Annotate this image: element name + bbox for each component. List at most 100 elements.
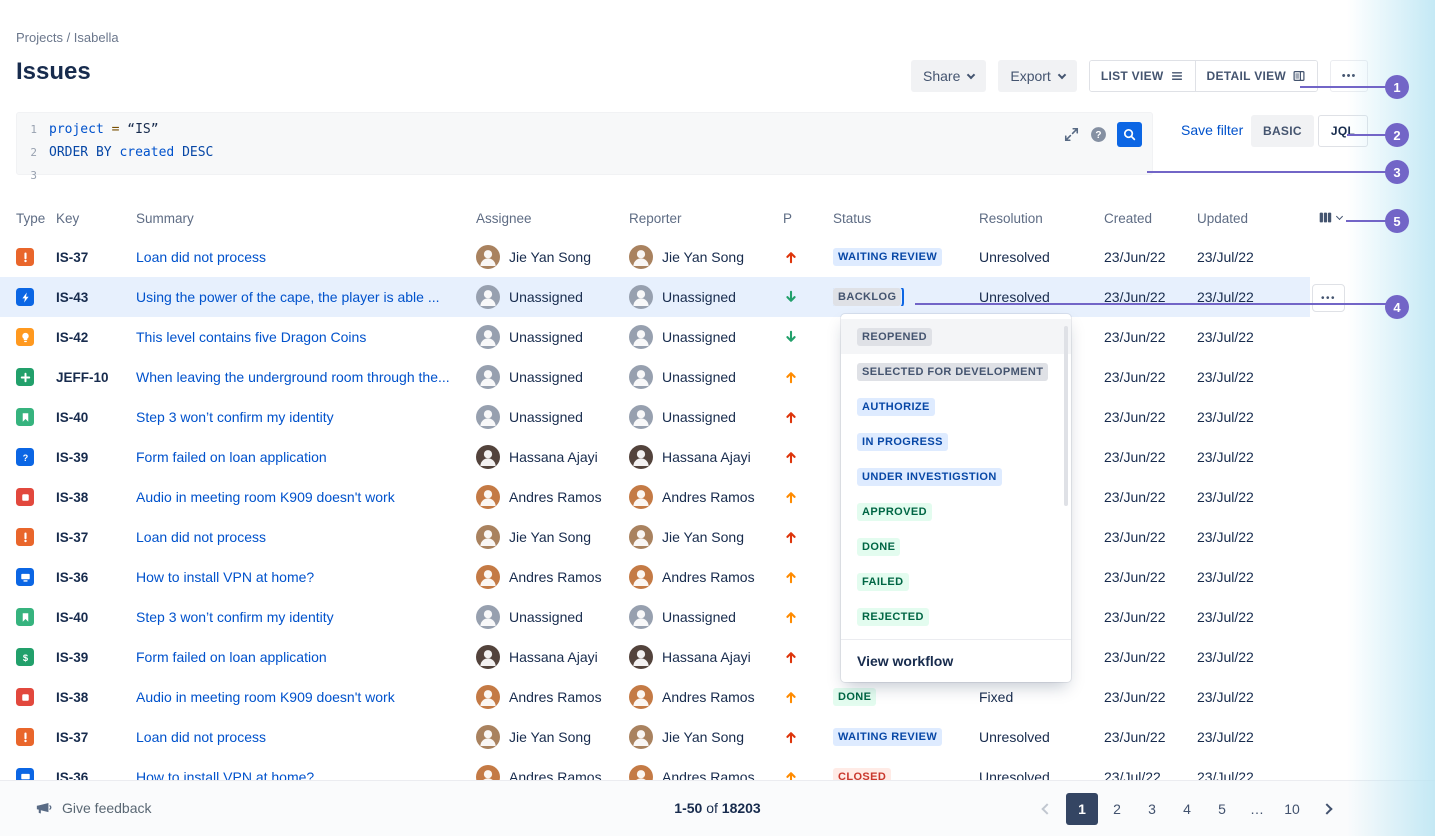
page-button-3[interactable]: 3 bbox=[1136, 793, 1168, 825]
table-row[interactable]: IS-42 This level contains five Dragon Co… bbox=[0, 317, 1310, 357]
save-filter-link[interactable]: Save filter bbox=[1181, 122, 1243, 138]
issue-summary-link[interactable]: Step 3 won’t confirm my identity bbox=[136, 609, 462, 625]
reporter-name: Andres Ramos bbox=[662, 689, 755, 705]
next-page-button[interactable] bbox=[1311, 793, 1343, 825]
status-option[interactable]: REOPENED bbox=[841, 319, 1071, 354]
issue-summary-link[interactable]: This level contains five Dragon Coins bbox=[136, 329, 462, 345]
status-option[interactable]: UNDER INVESTIGSTION bbox=[841, 459, 1071, 494]
issue-summary-link[interactable]: Form failed on loan application bbox=[136, 449, 462, 465]
status-option[interactable]: AUTHORIZE bbox=[841, 389, 1071, 424]
column-header-created[interactable]: Created bbox=[1104, 211, 1197, 226]
prev-page-button[interactable] bbox=[1031, 793, 1063, 825]
status-option[interactable]: REJECTED bbox=[841, 599, 1071, 634]
svg-text:$: $ bbox=[22, 652, 28, 662]
reporter-avatar bbox=[629, 725, 653, 749]
table-row[interactable]: IS-40 Step 3 won’t confirm my identity U… bbox=[0, 597, 1310, 637]
table-row[interactable]: $ IS-39 Form failed on loan application … bbox=[0, 637, 1310, 677]
jql-editor[interactable]: 1project = “IS”2ORDER BY created DESC3 ? bbox=[16, 112, 1153, 175]
page-button-5[interactable]: 5 bbox=[1206, 793, 1238, 825]
table-row[interactable]: IS-38 Audio in meeting room K909 doesn't… bbox=[0, 677, 1310, 717]
range-start: 1-50 bbox=[674, 800, 702, 816]
assignee-name: Andres Ramos bbox=[509, 569, 602, 585]
priority-up-icon bbox=[783, 689, 799, 705]
run-search-button[interactable] bbox=[1117, 122, 1142, 147]
reporter-name: Hassana Ajayi bbox=[662, 449, 751, 465]
issue-summary-link[interactable]: Loan did not process bbox=[136, 729, 462, 745]
issue-summary-link[interactable]: When leaving the underground room throug… bbox=[136, 369, 462, 385]
status-badge[interactable]: WAITING REVIEW bbox=[833, 248, 942, 266]
column-header-reporter[interactable]: Reporter bbox=[629, 211, 783, 226]
status-option[interactable]: APPROVED bbox=[841, 494, 1071, 529]
status-badge[interactable]: BACKLOG bbox=[833, 288, 901, 306]
updated-date: 23/Jul/22 bbox=[1197, 649, 1294, 665]
incident-type-icon bbox=[16, 728, 34, 746]
status-option[interactable]: SELECTED FOR DEVELOPMENT bbox=[841, 354, 1071, 389]
page-button-4[interactable]: 4 bbox=[1171, 793, 1203, 825]
column-header-type[interactable]: Type bbox=[0, 211, 56, 226]
expand-editor-icon[interactable] bbox=[1063, 126, 1080, 143]
stop-type-icon bbox=[16, 488, 34, 506]
column-header-status[interactable]: Status bbox=[833, 211, 979, 226]
assignee-name: Andres Ramos bbox=[509, 489, 602, 505]
reporter-name: Andres Ramos bbox=[662, 489, 755, 505]
issue-summary-link[interactable]: Step 3 won’t confirm my identity bbox=[136, 409, 462, 425]
status-option[interactable]: DONE bbox=[841, 529, 1071, 564]
detail-view-button[interactable]: DETAIL VIEW bbox=[1195, 61, 1318, 91]
reporter-avatar bbox=[629, 525, 653, 549]
issue-summary-link[interactable]: Audio in meeting room K909 doesn't work bbox=[136, 489, 462, 505]
configure-columns-button[interactable] bbox=[1318, 210, 1342, 225]
created-date: 23/Jun/22 bbox=[1104, 489, 1197, 505]
issue-summary-link[interactable]: How to install VPN at home? bbox=[136, 569, 462, 585]
column-header-assignee[interactable]: Assignee bbox=[476, 211, 629, 226]
issue-summary-link[interactable]: Loan did not process bbox=[136, 249, 462, 265]
assignee-name: Jie Yan Song bbox=[509, 529, 591, 545]
status-dropdown: REOPENED SELECTED FOR DEVELOPMENT AUTHOR… bbox=[841, 314, 1071, 682]
issue-summary-link[interactable]: Audio in meeting room K909 doesn't work bbox=[136, 689, 462, 705]
view-switcher: LIST VIEW DETAIL VIEW bbox=[1089, 60, 1318, 92]
issue-key: IS-39 bbox=[56, 450, 136, 465]
share-label: Share bbox=[923, 68, 960, 84]
column-header-priority[interactable]: P bbox=[783, 211, 833, 226]
issue-summary-link[interactable]: Using the power of the cape, the player … bbox=[136, 289, 462, 305]
column-header-updated[interactable]: Updated bbox=[1197, 211, 1294, 226]
list-view-button[interactable]: LIST VIEW bbox=[1090, 61, 1195, 91]
question-type-icon: ? bbox=[16, 448, 34, 466]
basic-mode-button[interactable]: BASIC bbox=[1251, 115, 1314, 147]
export-button[interactable]: Export bbox=[998, 60, 1076, 92]
view-workflow-button[interactable]: View workflow bbox=[841, 639, 1071, 682]
updated-date: 23/Jul/22 bbox=[1197, 449, 1294, 465]
issue-summary-link[interactable]: Form failed on loan application bbox=[136, 649, 462, 665]
status-badge[interactable]: DONE bbox=[833, 688, 876, 706]
dropdown-scrollbar[interactable] bbox=[1064, 326, 1068, 506]
table-row[interactable]: IS-40 Step 3 won’t confirm my identity U… bbox=[0, 397, 1310, 437]
issue-summary-link[interactable]: Loan did not process bbox=[136, 529, 462, 545]
table-row[interactable]: IS-37 Loan did not process Jie Yan Song … bbox=[0, 237, 1310, 277]
column-header-resolution[interactable]: Resolution bbox=[979, 211, 1104, 226]
table-row[interactable]: IS-38 Audio in meeting room K909 doesn't… bbox=[0, 477, 1310, 517]
help-icon[interactable]: ? bbox=[1090, 126, 1107, 143]
status-option[interactable]: FAILED bbox=[841, 564, 1071, 599]
jql-mode-button[interactable]: JQL bbox=[1318, 115, 1368, 147]
column-header-key[interactable]: Key bbox=[56, 211, 136, 226]
priority-up-icon bbox=[783, 409, 799, 425]
table-row[interactable]: IS-37 Loan did not process Jie Yan Song … bbox=[0, 717, 1310, 757]
status-badge[interactable]: WAITING REVIEW bbox=[833, 728, 942, 746]
share-button[interactable]: Share bbox=[911, 60, 986, 92]
table-row[interactable]: IS-37 Loan did not process Jie Yan Song … bbox=[0, 517, 1310, 557]
page-button-10[interactable]: 10 bbox=[1276, 793, 1308, 825]
table-row[interactable]: IS-36 How to install VPN at home? Andres… bbox=[0, 557, 1310, 597]
issue-key: IS-38 bbox=[56, 690, 136, 705]
give-feedback-button[interactable]: Give feedback bbox=[34, 798, 152, 817]
table-row[interactable]: IS-43 Using the power of the cape, the p… bbox=[0, 277, 1310, 317]
jql-line-number: 3 bbox=[17, 164, 49, 187]
column-header-summary[interactable]: Summary bbox=[136, 211, 476, 226]
created-date: 23/Jun/22 bbox=[1104, 329, 1197, 345]
breadcrumb[interactable]: Projects / Isabella bbox=[16, 30, 119, 45]
page-button-2[interactable]: 2 bbox=[1101, 793, 1133, 825]
status-option[interactable]: IN PROGRESS bbox=[841, 424, 1071, 459]
table-row[interactable]: JEFF-10 When leaving the underground roo… bbox=[0, 357, 1310, 397]
page-button-1[interactable]: 1 bbox=[1066, 793, 1098, 825]
row-more-actions-button[interactable]: ••• bbox=[1312, 284, 1345, 312]
priority-up-icon bbox=[783, 649, 799, 665]
table-row[interactable]: ? IS-39 Form failed on loan application … bbox=[0, 437, 1310, 477]
